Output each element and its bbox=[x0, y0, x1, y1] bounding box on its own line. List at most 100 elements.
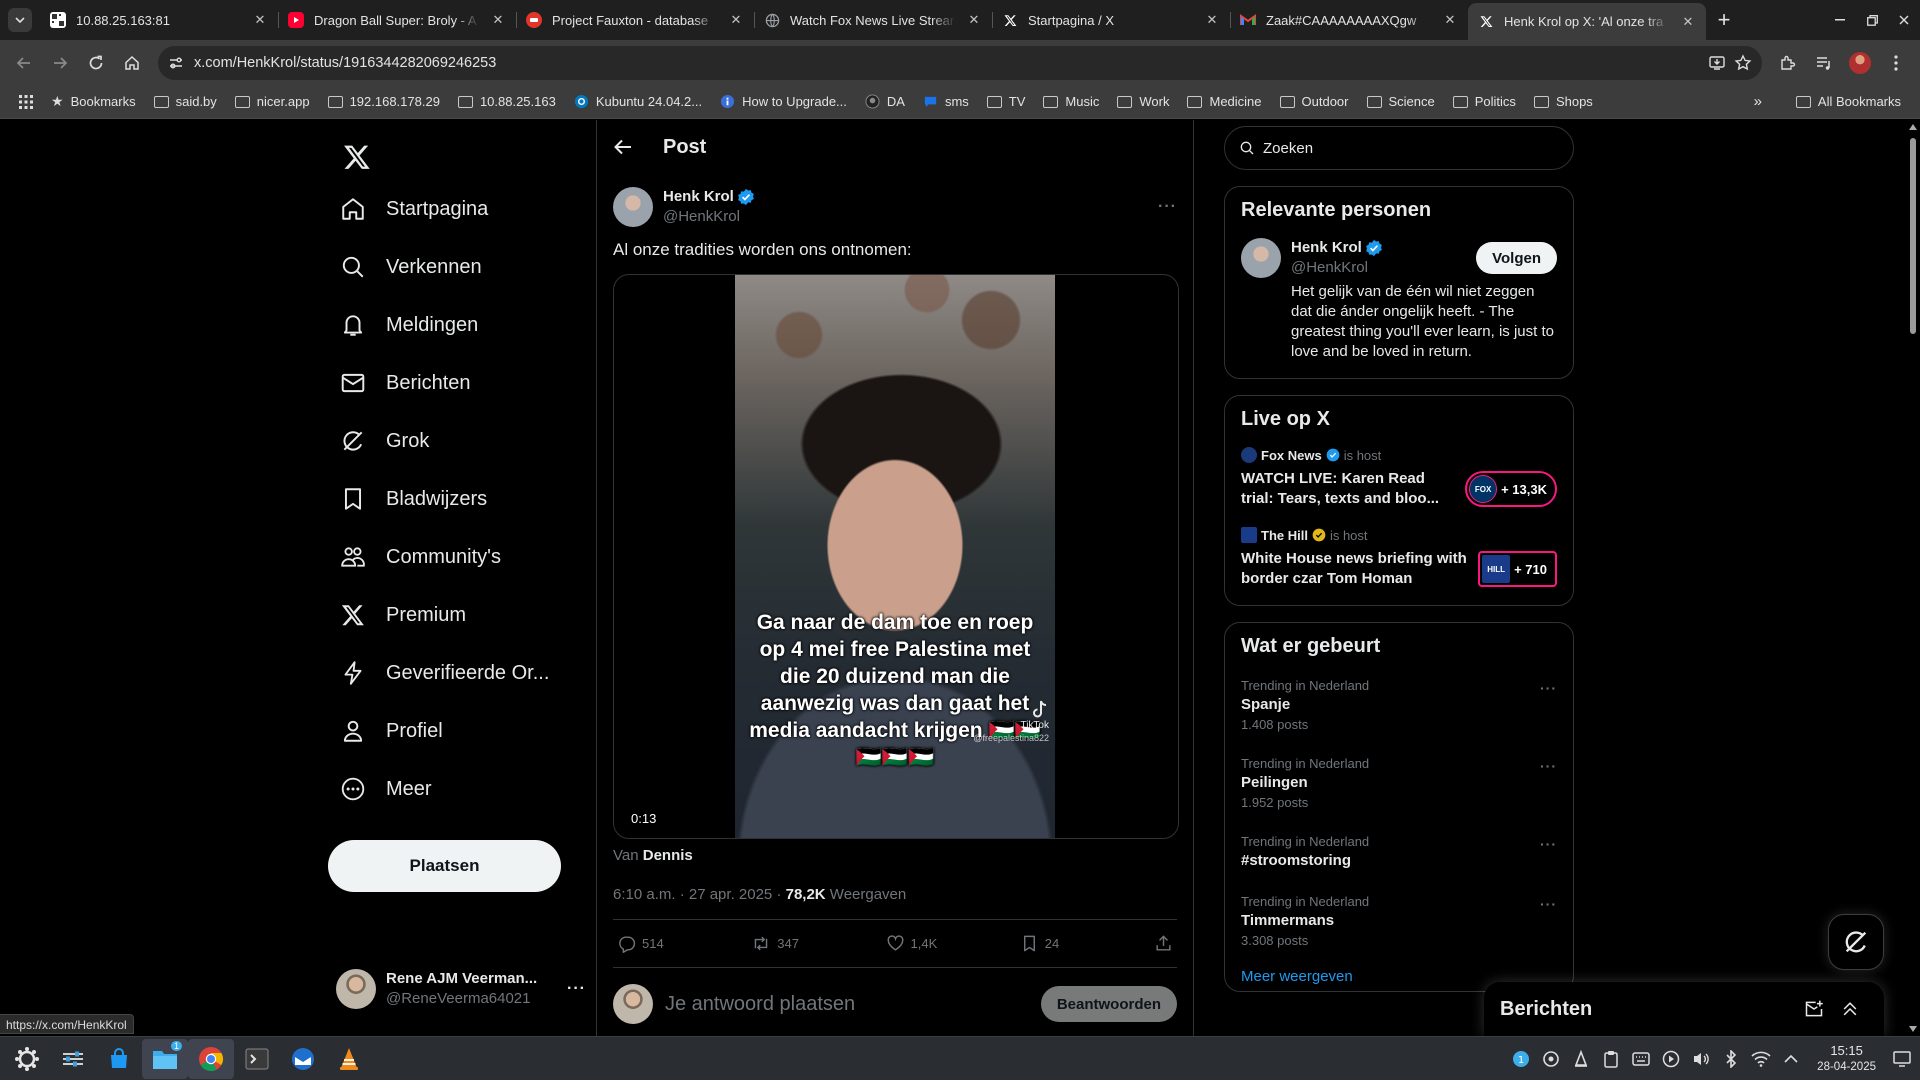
bookmark-item[interactable]: How to Upgrade... bbox=[711, 88, 856, 116]
tab-close-icon[interactable]: ✕ bbox=[1680, 14, 1696, 30]
tray-expand-icon[interactable] bbox=[1781, 1049, 1801, 1069]
person-avatar[interactable] bbox=[1241, 238, 1281, 278]
tweet-video[interactable]: Ga naar de dam toe en roep op 4 mei free… bbox=[613, 274, 1179, 839]
all-bookmarks-folder[interactable]: All Bookmarks bbox=[1787, 88, 1910, 116]
nav-item-premium[interactable]: Premium bbox=[328, 586, 561, 644]
reply-button[interactable]: Beantwoorden bbox=[1040, 986, 1177, 1022]
share-action[interactable] bbox=[1154, 934, 1173, 953]
bookmarks-overflow-button[interactable]: » bbox=[1745, 88, 1771, 116]
trend-more-icon[interactable]: ··· bbox=[1540, 680, 1557, 696]
browser-tab[interactable]: 10.88.25.163:81 ✕ bbox=[40, 3, 278, 37]
tab-close-icon[interactable]: ✕ bbox=[728, 12, 744, 28]
browser-tab[interactable]: Watch Fox News Live Strear ✕ bbox=[754, 3, 992, 37]
search-input[interactable]: Zoeken bbox=[1224, 126, 1574, 170]
kdeconnect-icon[interactable] bbox=[1541, 1049, 1561, 1069]
bookmark-folder[interactable]: Shops bbox=[1525, 88, 1602, 116]
bookmark-item[interactable]: ★ Bookmarks bbox=[42, 88, 145, 116]
forward-button[interactable] bbox=[44, 47, 76, 79]
scrollbar-thumb[interactable] bbox=[1910, 138, 1916, 334]
bookmark-folder[interactable]: nicer.app bbox=[226, 88, 319, 116]
bookmark-item[interactable]: DA bbox=[856, 88, 914, 116]
reply-action[interactable]: 514 bbox=[617, 934, 727, 953]
live-listeners-badge[interactable]: HILL + 710 bbox=[1478, 551, 1557, 587]
messages-drawer[interactable]: Berichten bbox=[1484, 982, 1884, 1036]
tab-close-icon[interactable]: ✕ bbox=[490, 12, 506, 28]
bookmark-folder[interactable]: Politics bbox=[1444, 88, 1525, 116]
bookmark-folder[interactable]: Medicine bbox=[1178, 88, 1270, 116]
install-app-icon[interactable] bbox=[1708, 54, 1726, 72]
vlc-button[interactable] bbox=[326, 1039, 372, 1079]
trend-more-icon[interactable]: ··· bbox=[1540, 758, 1557, 774]
bookmark-folder[interactable]: Outdoor bbox=[1271, 88, 1358, 116]
tab-close-icon[interactable]: ✕ bbox=[1442, 12, 1458, 28]
back-button[interactable] bbox=[8, 47, 40, 79]
bookmark-folder[interactable]: 10.88.25.163 bbox=[449, 88, 565, 116]
reload-button[interactable] bbox=[80, 47, 112, 79]
tweet-timestamp[interactable]: 6:10 a.m. · 27 apr. 2025 · bbox=[613, 886, 786, 903]
person-name[interactable]: Henk Krol bbox=[1291, 238, 1362, 258]
author-avatar[interactable] bbox=[613, 187, 653, 227]
like-action[interactable]: 1,4K bbox=[886, 934, 996, 953]
browser-tab[interactable]: Startpagina / X ✕ bbox=[992, 3, 1230, 37]
video-frame[interactable]: Ga naar de dam toe en roep op 4 mei free… bbox=[735, 275, 1055, 838]
bookmark-folder[interactable]: Science bbox=[1358, 88, 1444, 116]
new-message-button[interactable] bbox=[1796, 991, 1832, 1027]
clock[interactable]: 15:15 28-04-2025 bbox=[1811, 1043, 1882, 1075]
nav-item-messages[interactable]: Berichten bbox=[328, 354, 561, 412]
grok-button[interactable] bbox=[1828, 914, 1884, 970]
wifi-icon[interactable] bbox=[1751, 1049, 1771, 1069]
scroll-down-icon[interactable] bbox=[1909, 1026, 1917, 1032]
url-text[interactable]: x.com/HenkKrol/status/191634428206924625… bbox=[194, 55, 1698, 71]
post-button[interactable]: Plaatsen bbox=[328, 840, 561, 892]
scroll-up-icon[interactable] bbox=[1909, 124, 1917, 130]
tab-search-button[interactable] bbox=[0, 0, 40, 40]
site-info-icon[interactable] bbox=[168, 55, 184, 71]
tab-close-icon[interactable]: ✕ bbox=[252, 12, 268, 28]
terminal-button[interactable] bbox=[234, 1039, 280, 1079]
restore-button[interactable] bbox=[1856, 0, 1888, 40]
person-handle[interactable]: @HenkKrol bbox=[1291, 258, 1476, 278]
reply-input[interactable]: Je antwoord plaatsen bbox=[665, 993, 1029, 1016]
trend-item[interactable]: Trending in Nederland Peilingen 1.952 po… bbox=[1241, 752, 1557, 816]
browser-menu-button[interactable] bbox=[1880, 47, 1912, 79]
x-logo-link[interactable] bbox=[332, 132, 382, 182]
live-item[interactable]: Fox News is host WATCH LIVE: Karen Read … bbox=[1241, 447, 1557, 509]
app-launcher-button[interactable] bbox=[4, 1039, 50, 1079]
bookmark-item[interactable]: sms bbox=[914, 88, 978, 116]
follow-button[interactable]: Volgen bbox=[1476, 242, 1557, 274]
address-bar[interactable]: x.com/HenkKrol/status/191634428206924625… bbox=[158, 45, 1762, 80]
repost-action[interactable]: 347 bbox=[751, 934, 861, 953]
keyboard-icon[interactable] bbox=[1631, 1049, 1651, 1069]
trend-item[interactable]: Trending in Nederland Spanje 1.408 posts… bbox=[1241, 674, 1557, 738]
nav-item-verified-orgs[interactable]: Geverifieerde Or... bbox=[328, 644, 561, 702]
browser-tab-active[interactable]: Henk Krol op X: 'Al onze tra ✕ bbox=[1468, 3, 1706, 40]
profile-button[interactable] bbox=[1844, 47, 1876, 79]
update-notifier-icon[interactable]: 1 bbox=[1511, 1049, 1531, 1069]
nav-item-explore[interactable]: Verkennen bbox=[328, 238, 561, 296]
bluetooth-icon[interactable] bbox=[1721, 1049, 1741, 1069]
author-handle[interactable]: @HenkKrol bbox=[663, 207, 1148, 227]
media-controls-button[interactable] bbox=[1808, 47, 1840, 79]
bookmark-action[interactable]: 24 bbox=[1020, 934, 1130, 953]
more-dots-icon[interactable]: ··· bbox=[567, 980, 586, 998]
source-user-link[interactable]: Dennis bbox=[643, 847, 693, 864]
file-manager-button[interactable]: 1 bbox=[142, 1038, 188, 1079]
browser-tab[interactable]: Zaak#CAAAAAAAAXQgw ✕ bbox=[1230, 3, 1468, 37]
nav-item-more[interactable]: Meer bbox=[328, 760, 561, 818]
author-name[interactable]: Henk Krol bbox=[663, 187, 734, 207]
back-arrow-icon[interactable] bbox=[613, 137, 633, 157]
trend-more-icon[interactable]: ··· bbox=[1540, 896, 1557, 912]
bookmark-folder[interactable]: 192.168.178.29 bbox=[319, 88, 449, 116]
nav-item-notifications[interactable]: Meldingen bbox=[328, 296, 561, 354]
bookmark-folder[interactable]: TV bbox=[978, 88, 1035, 116]
extensions-button[interactable] bbox=[1772, 47, 1804, 79]
nav-item-bookmarks[interactable]: Bladwijzers bbox=[328, 470, 561, 528]
discover-store-button[interactable] bbox=[96, 1039, 142, 1079]
tab-close-icon[interactable]: ✕ bbox=[966, 12, 982, 28]
expand-drawer-button[interactable] bbox=[1832, 991, 1868, 1027]
browser-tab[interactable]: Dragon Ball Super: Broly - A ✕ bbox=[278, 3, 516, 37]
trend-item[interactable]: Trending in Nederland #stroomstoring ··· bbox=[1241, 830, 1557, 876]
nav-item-home[interactable]: Startpagina bbox=[328, 180, 561, 238]
trend-more-icon[interactable]: ··· bbox=[1540, 836, 1557, 852]
tweet-more-icon[interactable]: ··· bbox=[1158, 198, 1177, 216]
